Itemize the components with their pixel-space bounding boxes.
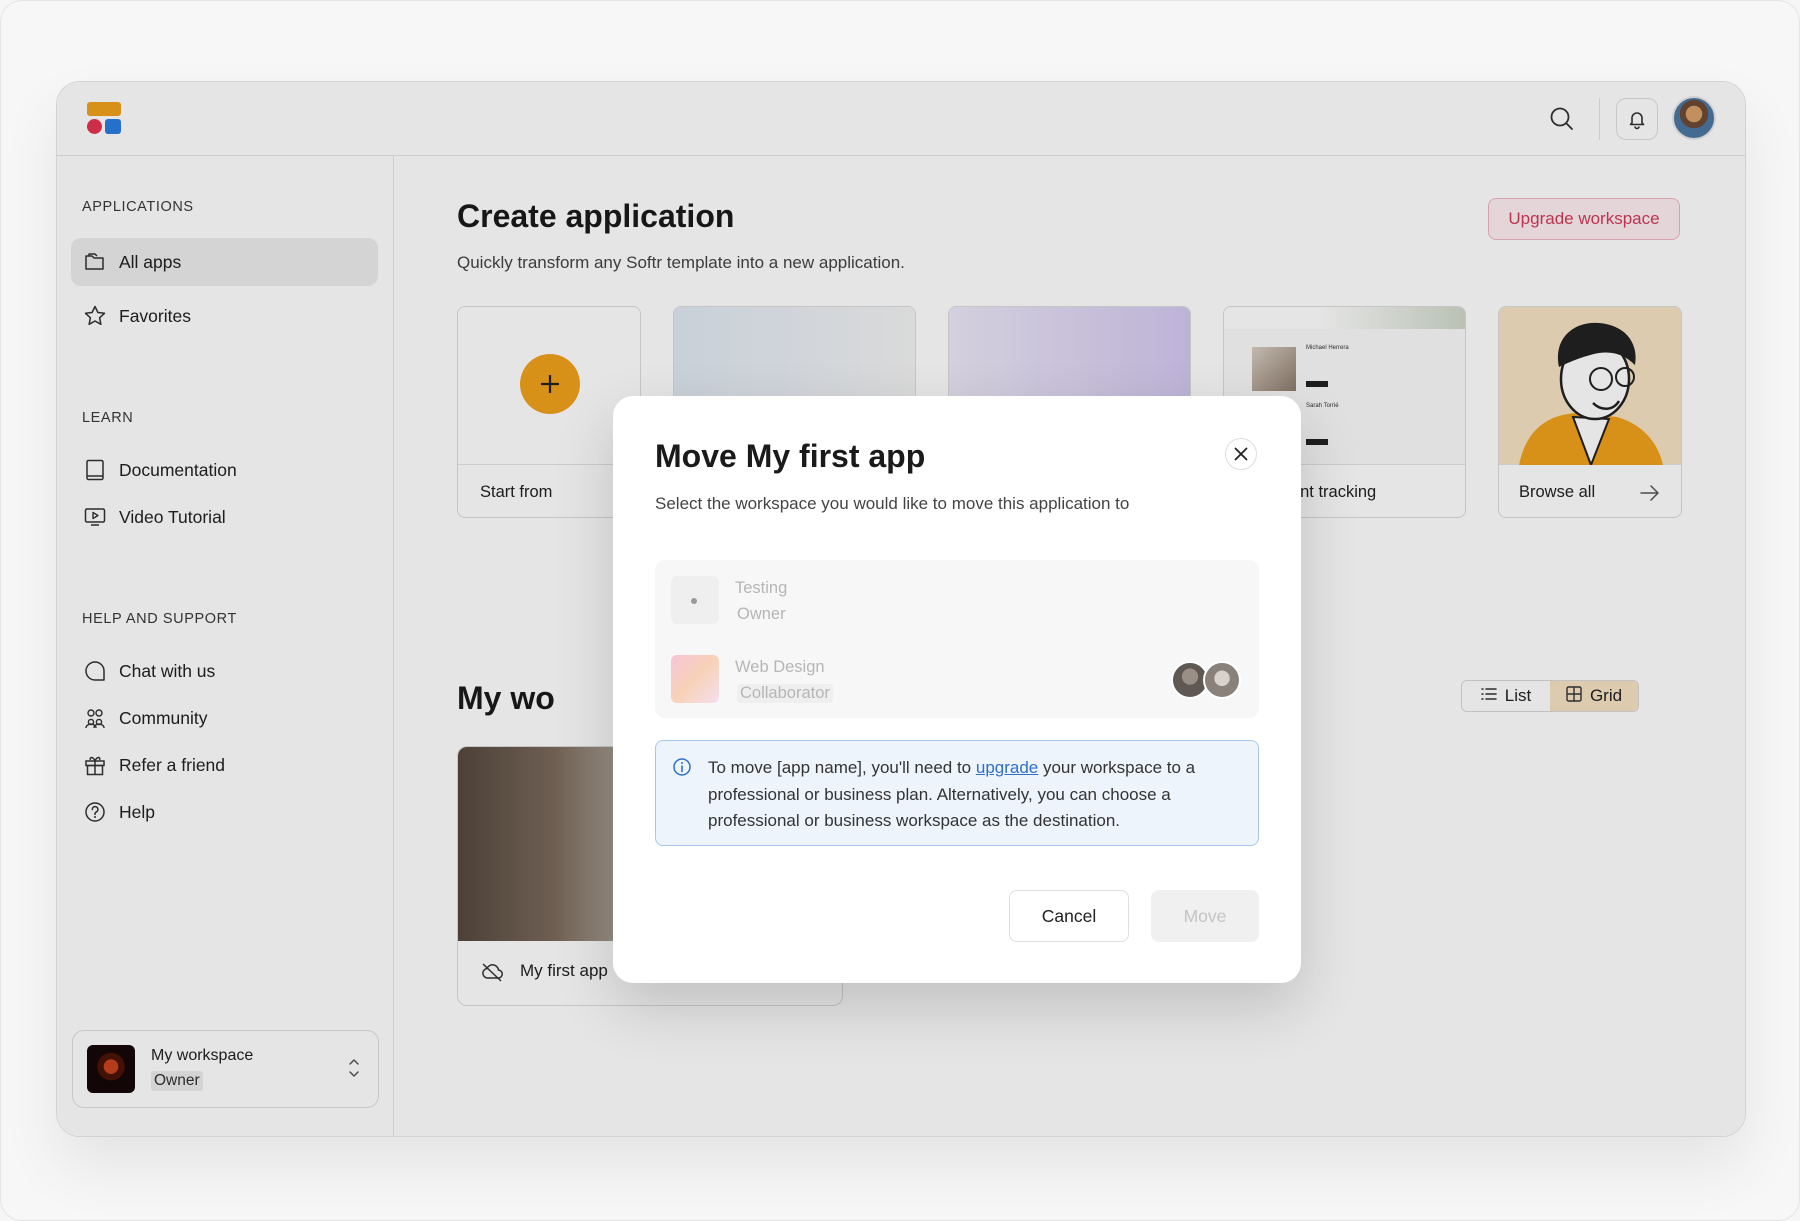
info-text-before: To move [app name], you'll need to — [708, 758, 976, 777]
info-icon — [672, 757, 692, 777]
upgrade-link[interactable]: upgrade — [976, 758, 1038, 777]
workspace-option-web-design[interactable]: Web Design Collaborator — [671, 655, 1243, 707]
info-text: To move [app name], you'll need to upgra… — [708, 755, 1248, 835]
member-avatars — [1171, 661, 1243, 699]
app-window: APPLICATIONS All apps Favorites LEARN Do… — [56, 81, 1746, 1137]
workspace-option-role: Collaborator — [737, 684, 833, 703]
dialog-title: Move My first app — [655, 438, 926, 474]
workspace-option-name: Testing — [735, 579, 788, 597]
cancel-button[interactable]: Cancel — [1009, 890, 1129, 942]
move-app-dialog: Move My first app Select the workspace y… — [613, 396, 1301, 983]
workspace-thumbnail-dot — [691, 598, 697, 604]
workspace-option-role: Owner — [737, 605, 786, 623]
workspace-thumbnail — [671, 576, 719, 624]
move-button[interactable]: Move — [1151, 890, 1259, 942]
screen-frame: APPLICATIONS All apps Favorites LEARN Do… — [0, 0, 1800, 1221]
workspace-thumbnail — [671, 655, 719, 703]
workspace-list: Testing Owner Web Design Collaborator — [655, 560, 1259, 718]
workspace-option-testing[interactable]: Testing Owner — [671, 576, 1243, 628]
dialog-subtitle: Select the workspace you would like to m… — [655, 494, 1130, 513]
workspace-option-name: Web Design — [735, 658, 825, 676]
member-avatar — [1203, 661, 1241, 699]
close-button[interactable] — [1225, 438, 1257, 470]
close-icon — [1234, 447, 1248, 461]
upgrade-info-banner: To move [app name], you'll need to upgra… — [655, 740, 1259, 846]
